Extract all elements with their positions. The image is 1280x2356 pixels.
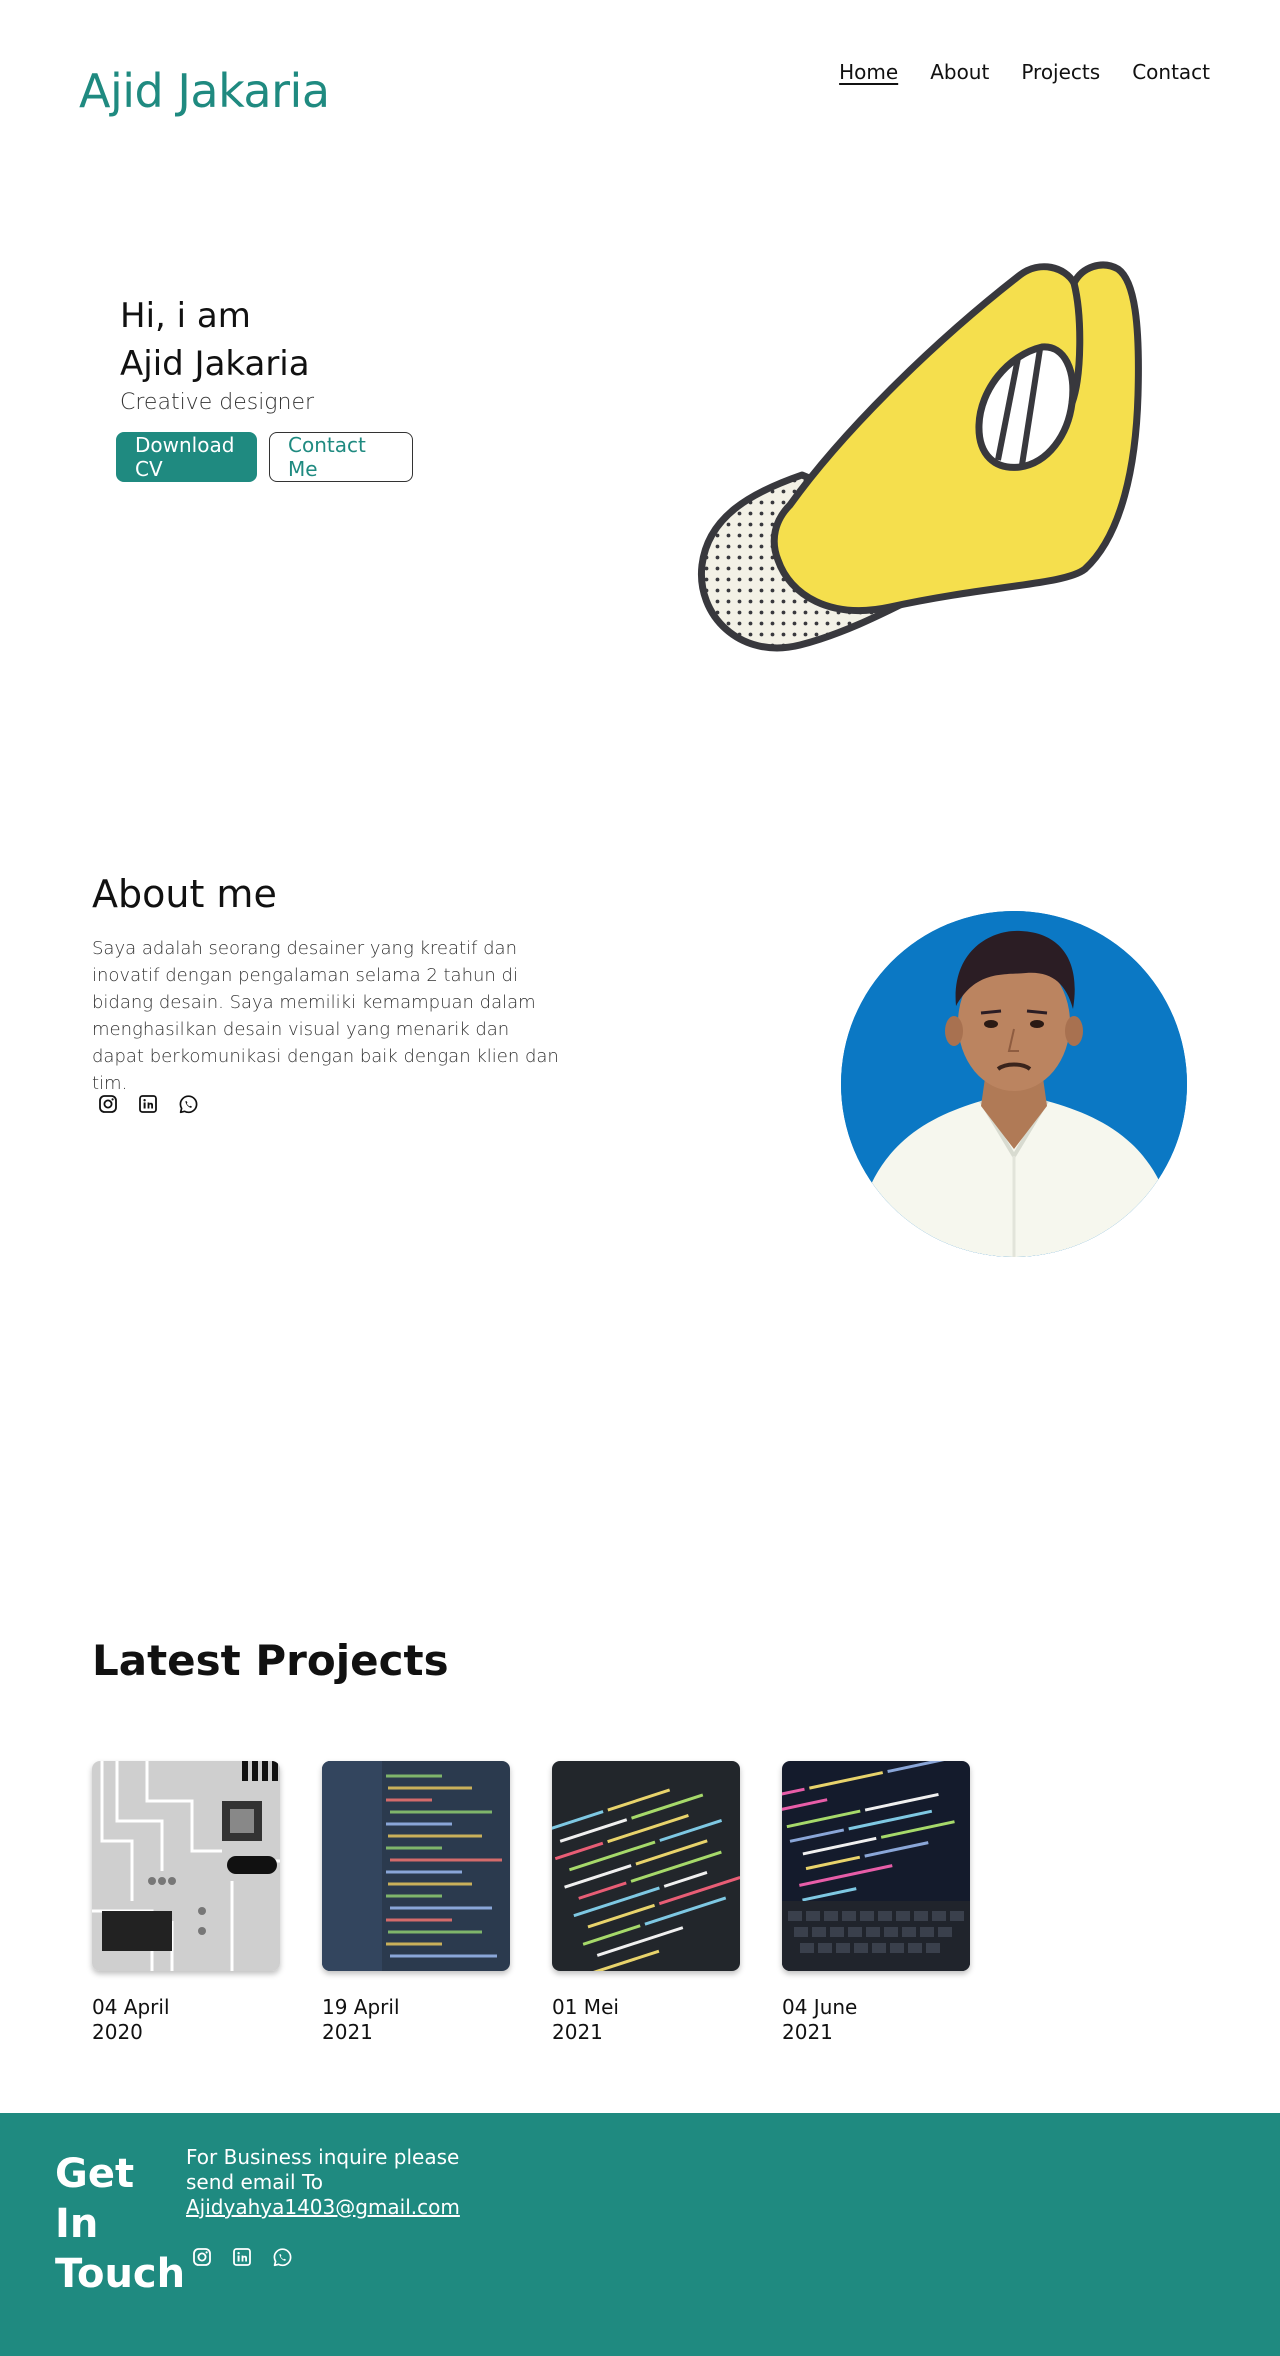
site-logo[interactable]: Ajid Jakaria	[79, 64, 330, 118]
projects-grid: 04 April 2020 19 April 2021 01 Mei 2021 …	[92, 1761, 970, 2045]
project-thumbnail[interactable]	[322, 1761, 510, 1971]
project-card[interactable]: 04 June 2021	[782, 1761, 970, 2045]
nav-projects[interactable]: Projects	[1021, 60, 1100, 84]
hero-intro: Hi, i am Ajid Jakaria Creative designer	[120, 292, 314, 415]
linkedin-icon[interactable]	[137, 1093, 159, 1115]
whatsapp-icon[interactable]	[271, 2246, 293, 2268]
footer-social-links	[191, 2246, 293, 2268]
instagram-icon[interactable]	[97, 1093, 119, 1115]
about-social-links	[97, 1093, 199, 1115]
footer-email-link[interactable]: Ajidyahya1403@gmail.com	[186, 2195, 460, 2219]
project-thumbnail[interactable]	[552, 1761, 740, 1971]
hero-name: Ajid Jakaria	[120, 344, 310, 384]
linkedin-icon[interactable]	[231, 2246, 253, 2268]
project-card[interactable]: 01 Mei 2021	[552, 1761, 740, 2045]
instagram-icon[interactable]	[191, 2246, 213, 2268]
footer-title: Get In Touch	[55, 2151, 186, 2297]
contact-me-button[interactable]: Contact Me	[269, 432, 413, 482]
project-card[interactable]: 19 April 2021	[322, 1761, 510, 2045]
hand-body	[770, 261, 1142, 614]
nav-about[interactable]: About	[930, 60, 989, 84]
footer-inquiry-text: For Business inquire please send email T…	[186, 2145, 460, 2194]
project-thumbnail[interactable]	[782, 1761, 970, 1971]
hero-role: Creative designer	[120, 390, 315, 415]
nav-home[interactable]: Home	[839, 60, 898, 84]
main-nav: Home About Projects Contact	[839, 60, 1210, 84]
hero-actions: Download CV Contact Me	[116, 432, 413, 482]
projects-title: Latest Projects	[92, 1636, 449, 1685]
project-date: 19 April 2021	[322, 1995, 400, 2044]
download-cv-button[interactable]: Download CV	[116, 432, 257, 482]
project-date: 01 Mei 2021	[552, 1995, 619, 2044]
nav-contact[interactable]: Contact	[1132, 60, 1210, 84]
footer-contact-text: For Business inquire please send email T…	[186, 2145, 476, 2220]
profile-photo	[841, 911, 1187, 1257]
about-text: Saya adalah seorang desainer yang kreati…	[92, 938, 559, 1094]
hero-greeting: Hi, i am	[120, 296, 251, 336]
hand-illustration	[697, 261, 1142, 652]
project-date: 04 June 2021	[782, 1995, 858, 2044]
project-date: 04 April 2020	[92, 1995, 170, 2044]
footer: Get In Touch For Business inquire please…	[0, 2113, 1280, 2356]
project-thumbnail[interactable]	[92, 1761, 280, 1971]
whatsapp-icon[interactable]	[177, 1093, 199, 1115]
about-title: About me	[92, 872, 277, 916]
project-card[interactable]: 04 April 2020	[92, 1761, 280, 2045]
